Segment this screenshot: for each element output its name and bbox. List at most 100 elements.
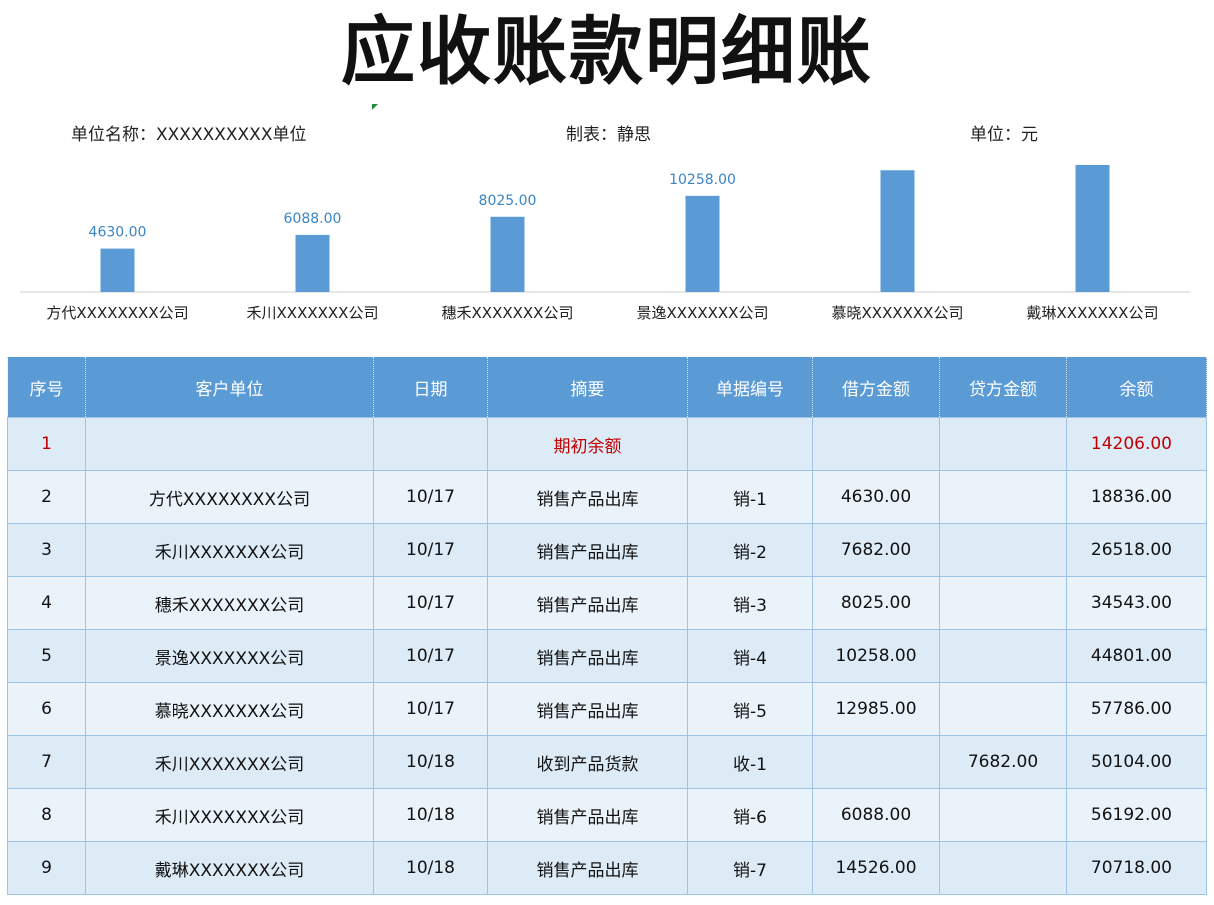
row-no-cell[interactable]: 1 (7, 417, 86, 471)
row-credit-cell[interactable] (939, 788, 1067, 842)
row-summary-cell[interactable]: 销售产品出库 (487, 841, 688, 895)
row-doc-cell[interactable]: 销-2 (687, 523, 813, 577)
row-doc-cell[interactable]: 销-7 (687, 841, 813, 895)
table-row: 8 禾川XXXXXXX公司 10/18 销售产品出库 销-6 6088.00 56192.0… (7, 788, 1207, 842)
row-debit-cell[interactable]: 14526.00 (812, 841, 940, 895)
chart-canvas: 4630.00 方代XXXXXXXX公司 6088.00 禾川XXXXXXX公司 802… (20, 165, 1190, 322)
row-no-cell[interactable]: 3 (7, 523, 86, 577)
row-date-cell[interactable] (373, 417, 488, 471)
debit-bar-chart[interactable]: 4630.00 方代XXXXXXXX公司 6088.00 禾川XXXXXXX公司 802… (0, 165, 1214, 335)
currency-label: 单位： (970, 125, 1021, 145)
row-credit-cell[interactable] (939, 470, 1067, 524)
row-client-cell[interactable] (85, 417, 374, 471)
chart-category-label: 景逸XXXXXXX公司 (637, 304, 769, 322)
col-debit-header[interactable]: 借方金额 (812, 357, 940, 418)
row-balance-cell[interactable]: 26518.00 (1066, 523, 1207, 577)
row-balance-cell[interactable]: 50104.00 (1066, 735, 1207, 789)
row-client-cell[interactable]: 穗禾XXXXXXX公司 (85, 576, 374, 630)
row-balance-cell[interactable]: 70718.00 (1066, 841, 1207, 895)
chart-data-label: 4630.00 (89, 225, 147, 241)
table-row: 3 禾川XXXXXXX公司 10/17 销售产品出库 销-2 7682.00 26518.0… (7, 523, 1207, 577)
row-debit-cell[interactable]: 10258.00 (812, 629, 940, 683)
row-balance-cell[interactable]: 57786.00 (1066, 682, 1207, 736)
table-header-row: 序号 客户单位 日期 摘要 单据编号 借方金额 贷方金额 余额 (7, 357, 1207, 418)
row-date-cell[interactable]: 10/17 (373, 470, 488, 524)
row-doc-cell[interactable] (687, 417, 813, 471)
row-client-cell[interactable]: 慕晓XXXXXXX公司 (85, 682, 374, 736)
chart-bar[interactable] (880, 170, 915, 292)
row-no-cell[interactable]: 6 (7, 682, 86, 736)
row-doc-cell[interactable]: 收-1 (687, 735, 813, 789)
chart-bar[interactable] (490, 216, 525, 292)
chart-bar[interactable] (685, 195, 720, 292)
row-client-cell[interactable]: 戴琳XXXXXXX公司 (85, 841, 374, 895)
row-date-cell[interactable]: 10/17 (373, 682, 488, 736)
row-no-cell[interactable]: 5 (7, 629, 86, 683)
row-doc-cell[interactable]: 销-4 (687, 629, 813, 683)
col-balance-header[interactable]: 余额 (1066, 357, 1207, 418)
row-date-cell[interactable]: 10/17 (373, 629, 488, 683)
row-credit-cell[interactable] (939, 841, 1067, 895)
row-no-cell[interactable]: 7 (7, 735, 86, 789)
row-summary-cell[interactable]: 收到产品货款 (487, 735, 688, 789)
row-credit-cell[interactable] (939, 523, 1067, 577)
row-balance-cell[interactable]: 18836.00 (1066, 470, 1207, 524)
col-summary-header[interactable]: 摘要 (487, 357, 688, 418)
row-doc-cell[interactable]: 销-6 (687, 788, 813, 842)
table-row: 7 禾川XXXXXXX公司 10/18 收到产品货款 收-1 7682.00 50104.0… (7, 735, 1207, 789)
row-credit-cell[interactable] (939, 682, 1067, 736)
row-date-cell[interactable]: 10/17 (373, 576, 488, 630)
row-debit-cell[interactable]: 7682.00 (812, 523, 940, 577)
row-date-cell[interactable]: 10/18 (373, 841, 488, 895)
row-client-cell[interactable]: 禾川XXXXXXX公司 (85, 523, 374, 577)
chart-bar[interactable] (295, 234, 330, 292)
row-credit-cell[interactable] (939, 629, 1067, 683)
row-no-cell[interactable]: 9 (7, 841, 86, 895)
maker-field: 制表：静思 (566, 123, 651, 147)
cell-comment-marker (372, 104, 378, 110)
row-date-cell[interactable]: 10/17 (373, 523, 488, 577)
row-client-cell[interactable]: 禾川XXXXXXX公司 (85, 735, 374, 789)
maker-value: 静思 (617, 125, 651, 145)
chart-bar[interactable] (100, 248, 135, 292)
row-debit-cell[interactable]: 8025.00 (812, 576, 940, 630)
row-date-cell[interactable]: 10/18 (373, 788, 488, 842)
row-balance-cell[interactable]: 44801.00 (1066, 629, 1207, 683)
row-client-cell[interactable]: 禾川XXXXXXX公司 (85, 788, 374, 842)
row-summary-cell[interactable]: 销售产品出库 (487, 523, 688, 577)
row-credit-cell[interactable]: 7682.00 (939, 735, 1067, 789)
col-client-header[interactable]: 客户单位 (85, 357, 374, 418)
row-summary-cell[interactable]: 销售产品出库 (487, 470, 688, 524)
row-balance-cell[interactable]: 14206.00 (1066, 417, 1207, 471)
col-doc-header[interactable]: 单据编号 (687, 357, 813, 418)
row-doc-cell[interactable]: 销-1 (687, 470, 813, 524)
row-no-cell[interactable]: 2 (7, 470, 86, 524)
col-no-header[interactable]: 序号 (7, 357, 86, 418)
col-date-header[interactable]: 日期 (373, 357, 488, 418)
row-debit-cell[interactable]: 4630.00 (812, 470, 940, 524)
row-summary-cell[interactable]: 期初余额 (487, 417, 688, 471)
row-doc-cell[interactable]: 销-3 (687, 576, 813, 630)
row-balance-cell[interactable]: 56192.00 (1066, 788, 1207, 842)
row-debit-cell[interactable] (812, 417, 940, 471)
row-debit-cell[interactable] (812, 735, 940, 789)
row-credit-cell[interactable] (939, 576, 1067, 630)
row-no-cell[interactable]: 8 (7, 788, 86, 842)
row-credit-cell[interactable] (939, 417, 1067, 471)
row-debit-cell[interactable]: 12985.00 (812, 682, 940, 736)
row-client-cell[interactable]: 景逸XXXXXXX公司 (85, 629, 374, 683)
row-date-cell[interactable]: 10/18 (373, 735, 488, 789)
row-no-cell[interactable]: 4 (7, 576, 86, 630)
row-balance-cell[interactable]: 34543.00 (1066, 576, 1207, 630)
row-summary-cell[interactable]: 销售产品出库 (487, 682, 688, 736)
row-client-cell[interactable]: 方代XXXXXXXX公司 (85, 470, 374, 524)
row-debit-cell[interactable]: 6088.00 (812, 788, 940, 842)
chart-bar[interactable] (1075, 165, 1110, 292)
row-doc-cell[interactable]: 销-5 (687, 682, 813, 736)
row-summary-cell[interactable]: 销售产品出库 (487, 629, 688, 683)
row-summary-cell[interactable]: 销售产品出库 (487, 788, 688, 842)
unit-name-field: 单位名称：XXXXXXXXXX单位 (71, 123, 306, 147)
col-credit-header[interactable]: 贷方金额 (939, 357, 1067, 418)
chart-data-label: 8025.00 (479, 193, 537, 209)
row-summary-cell[interactable]: 销售产品出库 (487, 576, 688, 630)
